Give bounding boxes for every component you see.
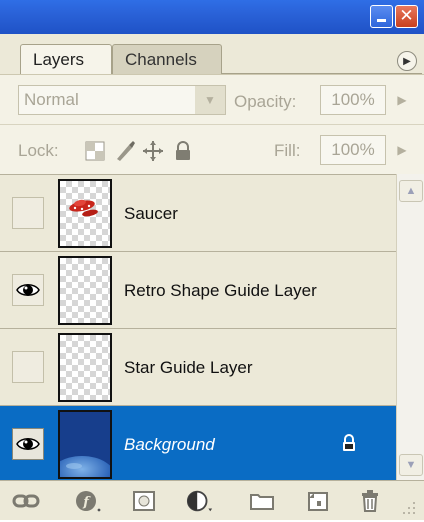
- layer-name[interactable]: Saucer: [124, 204, 178, 224]
- layer-name[interactable]: Retro Shape Guide Layer: [124, 281, 317, 301]
- title-bar: ✕: [0, 0, 424, 34]
- scroll-down-button[interactable]: ▼: [399, 454, 423, 476]
- link-layers-icon[interactable]: [12, 489, 40, 513]
- minimize-icon: [377, 18, 386, 22]
- blend-row: Normal ▼ Opacity: 100% ▶: [0, 74, 424, 124]
- saucer-thumbnail: [58, 179, 112, 248]
- tab-channels[interactable]: Channels: [112, 44, 222, 74]
- fill-slider-arrow-icon[interactable]: ▶: [388, 135, 416, 165]
- blend-mode-value: Normal: [24, 90, 79, 109]
- tab-layers[interactable]: Layers: [20, 44, 112, 74]
- fill-label: Fill:: [274, 141, 301, 160]
- eye-icon: [16, 438, 40, 450]
- layer-list-scrollbar[interactable]: ▲ ▼: [396, 174, 424, 480]
- layer-list: Saucer Retro Shape Guide Layer Star Guid…: [0, 174, 396, 483]
- layer-row-saucer[interactable]: Saucer: [0, 175, 396, 252]
- chevron-down-icon: ▼: [405, 459, 417, 471]
- visibility-toggle[interactable]: [12, 274, 44, 306]
- new-group-icon[interactable]: [248, 489, 276, 513]
- lock-icon: [340, 434, 360, 454]
- lock-transparent-pixels-icon[interactable]: [84, 140, 106, 162]
- layer-name[interactable]: Background: [124, 435, 215, 455]
- eye-icon: [16, 284, 40, 296]
- tab-divider: [222, 54, 422, 74]
- minimize-button[interactable]: [370, 5, 393, 28]
- transparent-thumbnail: [58, 333, 112, 402]
- scroll-up-button[interactable]: ▲: [399, 180, 423, 202]
- visibility-toggle[interactable]: [12, 428, 44, 460]
- lock-position-icon[interactable]: [142, 140, 164, 162]
- space-planet-thumbnail: [58, 410, 112, 479]
- fill-field[interactable]: 100%: [320, 135, 386, 165]
- layer-mask-icon[interactable]: [130, 489, 158, 513]
- panel-menu-button[interactable]: ▶: [397, 51, 417, 71]
- visibility-toggle[interactable]: [12, 197, 44, 229]
- chevron-up-icon: ▲: [405, 185, 417, 197]
- layer-name[interactable]: Star Guide Layer: [124, 358, 253, 378]
- layers-toolbar: f: [0, 480, 424, 520]
- chevron-down-icon: ▼: [195, 86, 225, 114]
- opacity-label: Opacity:: [234, 92, 297, 111]
- opacity-field[interactable]: 100%: [320, 85, 386, 115]
- lock-all-icon[interactable]: [172, 140, 194, 162]
- blend-mode-dropdown[interactable]: Normal ▼: [18, 85, 226, 115]
- layer-row-background[interactable]: Background: [0, 406, 396, 483]
- close-icon: ✕: [399, 6, 414, 26]
- resize-grip-icon[interactable]: [400, 497, 420, 517]
- layers-panel: ✕ Layers Channels ▶ Normal ▼ Opacity: 10…: [0, 0, 424, 520]
- transparent-thumbnail: [58, 256, 112, 325]
- tab-bar: Layers Channels ▶: [0, 34, 424, 74]
- adjustment-layer-icon[interactable]: [186, 489, 214, 513]
- lock-row: Lock: Fill: 100% ▶: [0, 124, 424, 174]
- layer-row-star-guide[interactable]: Star Guide Layer: [0, 329, 396, 406]
- visibility-toggle[interactable]: [12, 351, 44, 383]
- lock-label: Lock:: [18, 141, 59, 160]
- layer-style-icon[interactable]: f: [74, 489, 102, 513]
- new-layer-icon[interactable]: [304, 489, 332, 513]
- close-button[interactable]: ✕: [395, 5, 418, 28]
- layer-row-retro-shape-guide[interactable]: Retro Shape Guide Layer: [0, 252, 396, 329]
- opacity-slider-arrow-icon[interactable]: ▶: [388, 85, 416, 115]
- delete-layer-icon[interactable]: [356, 489, 384, 513]
- play-arrow-icon: ▶: [403, 55, 411, 67]
- lock-image-pixels-icon[interactable]: [114, 140, 136, 162]
